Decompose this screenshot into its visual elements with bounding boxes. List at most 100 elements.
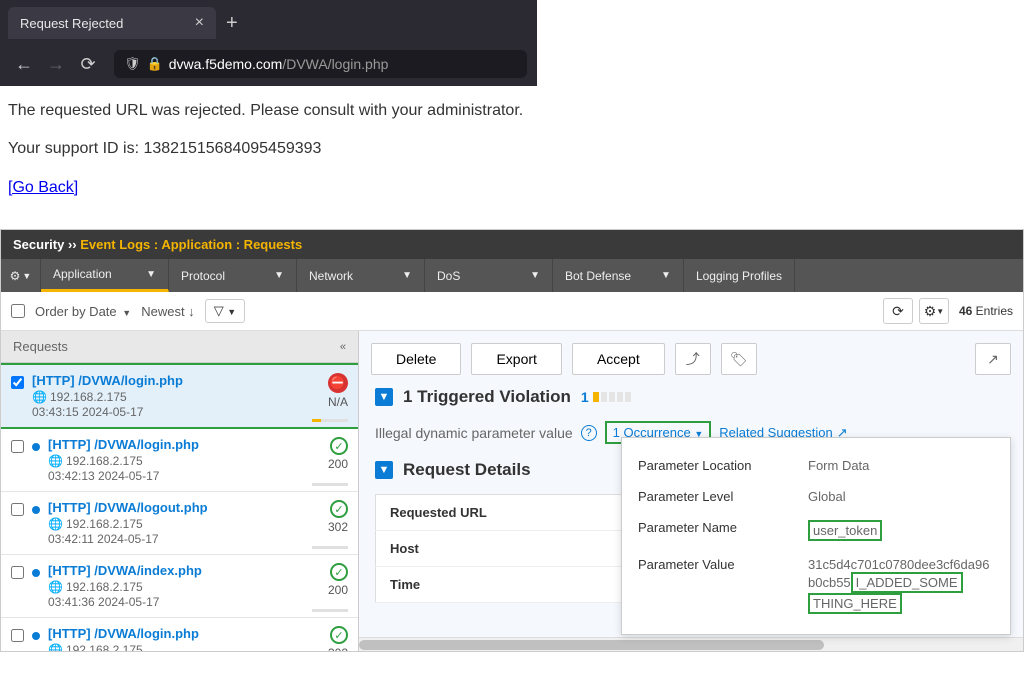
scrollbar-thumb[interactable]: [359, 640, 824, 650]
collapse-violation-button[interactable]: ▼: [375, 388, 393, 406]
tag-button[interactable]: 🏷: [721, 343, 757, 375]
rejected-page-content: The requested URL was rejected. Please c…: [0, 86, 1024, 229]
support-id: Your support ID is: 13821515684095459393: [8, 138, 1016, 160]
param-location-label: Parameter Location: [638, 458, 808, 473]
param-level-label: Parameter Level: [638, 489, 808, 504]
chevron-down-icon: ▼: [661, 270, 671, 281]
settings-gear-button[interactable]: ⚙ ▼: [1, 259, 41, 292]
globe-icon: 🌐: [48, 454, 63, 468]
requests-header: Requests «: [1, 331, 358, 363]
ok-icon: ✓: [330, 500, 348, 518]
close-tab-icon[interactable]: ×: [195, 14, 204, 32]
request-time: 03:42:13 2024-05-17: [48, 469, 306, 483]
shield-icon: 🛡: [124, 56, 141, 72]
request-title: [HTTP] /DVWA/login.php: [48, 626, 306, 641]
ok-icon: ✓: [330, 437, 348, 455]
request-row[interactable]: [HTTP] /DVWA/login.php🌐 192.168.2.17503:…: [1, 618, 358, 651]
request-checkbox[interactable]: [11, 440, 24, 453]
browser-tab-bar: Request Rejected × +: [0, 0, 537, 42]
chevron-down-icon: ▼: [274, 270, 284, 281]
request-row[interactable]: [HTTP] /DVWA/index.php 🌐 192.168.2.17503:…: [1, 555, 358, 618]
request-time: 03:43:15 2024-05-17: [32, 405, 306, 419]
share-button[interactable]: ⤴: [675, 343, 711, 375]
ok-icon: ✓: [330, 626, 348, 644]
chevron-down-icon: ▼: [402, 270, 412, 281]
request-checkbox[interactable]: [11, 629, 24, 642]
tab-bot-defense[interactable]: Bot Defense▼: [553, 259, 684, 292]
param-name-label: Parameter Name: [638, 520, 808, 541]
url-path: /DVWA/login.php: [282, 56, 388, 72]
back-button[interactable]: ←: [10, 50, 38, 78]
unread-indicator: [32, 569, 40, 577]
param-value-label: Parameter Value: [638, 557, 808, 614]
request-checkbox[interactable]: [11, 503, 24, 516]
request-time: 03:42:11 2024-05-17: [48, 532, 306, 546]
globe-icon: 🌐: [32, 390, 47, 404]
param-value-value: 31c5d4c701c0780dee3cf6da96b0cb55I_ADDED_…: [808, 557, 994, 614]
filter-button[interactable]: ▽ ▼: [205, 299, 246, 323]
request-row[interactable]: [HTTP] /DVWA/login.php🌐 192.168.2.17503:…: [1, 363, 358, 429]
request-ip: 🌐 192.168.2.175: [48, 517, 306, 531]
newest-dropdown[interactable]: Newest ↓: [141, 304, 194, 319]
unread-indicator: [32, 443, 40, 451]
browser-tab[interactable]: Request Rejected ×: [8, 7, 216, 39]
request-status: ✓200: [314, 437, 348, 471]
tab-protocol[interactable]: Protocol▼: [169, 259, 297, 292]
details-panel: Delete Export Accept ⤴ 🏷 ↗ ▼ 1 Triggered…: [359, 331, 1023, 651]
accept-button[interactable]: Accept: [572, 343, 665, 375]
breadcrumb: Security ›› Event Logs : Application : R…: [1, 230, 1023, 259]
tab-title: Request Rejected: [20, 16, 187, 31]
export-button[interactable]: Export: [471, 343, 561, 375]
url-field[interactable]: 🛡 🔒 dvwa.f5demo.com/DVWA/login.php: [114, 50, 527, 78]
param-name-value: user_token: [808, 520, 994, 541]
request-status: ✓302: [314, 626, 348, 651]
globe-icon: 🌐: [48, 580, 63, 594]
tab-logging-profiles[interactable]: Logging Profiles: [684, 259, 795, 292]
go-back-link[interactable]: [Go Back]: [8, 179, 78, 196]
severity-bar: [312, 483, 348, 486]
collapse-icon[interactable]: «: [340, 341, 346, 353]
severity-bar: [312, 609, 348, 612]
action-bar: Delete Export Accept ⤴ 🏷 ↗: [359, 331, 1023, 387]
unread-indicator: [32, 506, 40, 514]
tab-dos[interactable]: DoS▼: [425, 259, 553, 292]
requests-panel: Requests « [HTTP] /DVWA/login.php🌐 192.1…: [1, 331, 359, 651]
request-time: 03:41:36 2024-05-17: [48, 595, 306, 609]
violation-count-badge: 1: [581, 389, 631, 405]
ok-icon: ✓: [330, 563, 348, 581]
settings-button[interactable]: ⚙▼: [919, 298, 949, 324]
chevron-down-icon: ▼: [146, 269, 156, 280]
tab-network[interactable]: Network▼: [297, 259, 425, 292]
lock-warning-icon: 🔒: [147, 56, 163, 72]
order-by-dropdown[interactable]: Order by Date ▼: [35, 304, 131, 319]
severity-bar: [312, 419, 348, 422]
severity-bar: [312, 546, 348, 549]
violation-section-title: ▼ 1 Triggered Violation 1: [375, 387, 1007, 407]
request-row[interactable]: [HTTP] /DVWA/login.php🌐 192.168.2.17503:…: [1, 429, 358, 492]
request-checkbox[interactable]: [11, 376, 24, 389]
request-row[interactable]: [HTTP] /DVWA/logout.php🌐 192.168.2.17503…: [1, 492, 358, 555]
request-ip: 🌐 192.168.2.175: [48, 580, 306, 594]
request-title: [HTTP] /DVWA/index.php: [48, 563, 306, 578]
request-ip: 🌐 192.168.2.175: [48, 454, 306, 468]
blocked-icon: ⛔: [328, 373, 348, 393]
collapse-details-button[interactable]: ▼: [375, 461, 393, 479]
address-bar: ← → ⟳ 🛡 🔒 dvwa.f5demo.com/DVWA/login.php: [0, 42, 537, 86]
new-tab-button[interactable]: +: [226, 12, 238, 35]
toolbar: Order by Date ▼ Newest ↓ ▽ ▼ ⟳ ⚙▼ 46 Ent…: [1, 292, 1023, 331]
open-external-button[interactable]: ↗: [975, 343, 1011, 375]
unread-indicator: [32, 632, 40, 640]
rejected-message: The requested URL was rejected. Please c…: [8, 100, 1016, 122]
tab-application[interactable]: Application▼: [41, 259, 169, 292]
refresh-button[interactable]: ⟳: [883, 298, 913, 324]
request-ip: 🌐 192.168.2.175: [32, 390, 306, 404]
request-status: ✓302: [314, 500, 348, 534]
delete-button[interactable]: Delete: [371, 343, 461, 375]
request-ip: 🌐 192.168.2.175: [48, 643, 306, 651]
request-checkbox[interactable]: [11, 566, 24, 579]
horizontal-scrollbar[interactable]: [359, 637, 1023, 651]
select-all-checkbox[interactable]: [11, 304, 25, 318]
help-icon[interactable]: ?: [581, 425, 597, 441]
param-level-value: Global: [808, 489, 994, 504]
reload-button[interactable]: ⟳: [74, 50, 102, 78]
